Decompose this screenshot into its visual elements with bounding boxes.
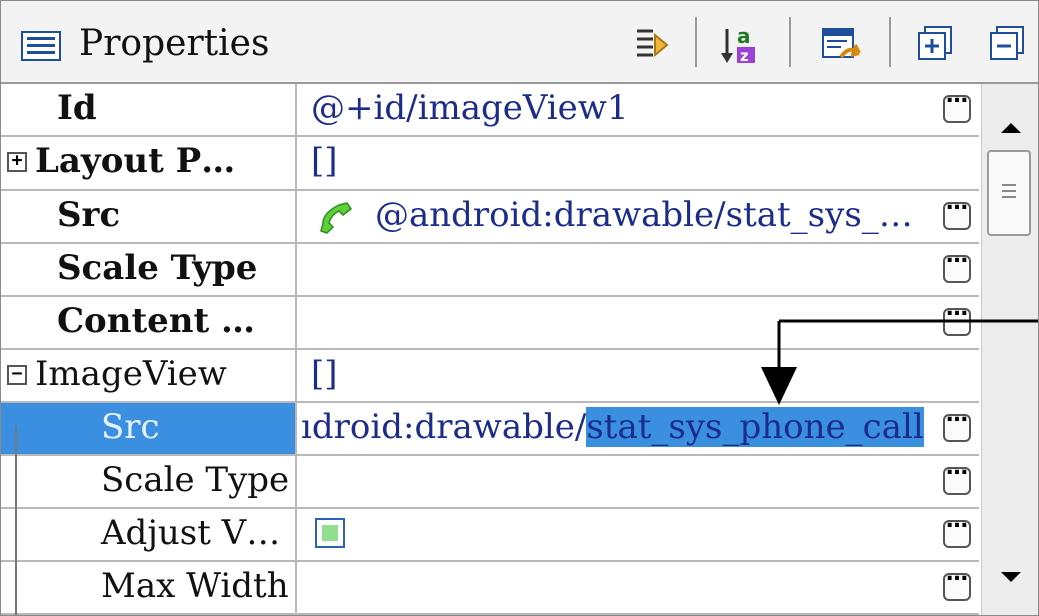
expand-icon[interactable]: + bbox=[7, 152, 27, 172]
browse-button[interactable] bbox=[943, 562, 971, 601]
property-name: Scale Type bbox=[101, 460, 290, 500]
browse-button[interactable] bbox=[943, 84, 971, 123]
property-name: Adjust V… bbox=[101, 513, 281, 553]
browse-button[interactable] bbox=[943, 456, 971, 495]
tree-connector-line bbox=[15, 426, 17, 615]
filter-icon[interactable] bbox=[631, 23, 677, 67]
phone-call-icon bbox=[320, 202, 353, 234]
property-value: @+id/imageView1 bbox=[311, 88, 629, 128]
properties-view-icon bbox=[21, 31, 61, 61]
selected-value-text: stat_sys_phone_call bbox=[586, 407, 924, 447]
sort-a-letter: a bbox=[737, 24, 751, 48]
annotation-arrow bbox=[761, 319, 1038, 405]
sort-az-icon[interactable]: a z bbox=[717, 23, 763, 67]
property-name: Src bbox=[101, 407, 160, 447]
property-row-max-width[interactable]: Max Width bbox=[1, 562, 979, 615]
toolbar-separator bbox=[789, 17, 791, 67]
properties-header: Properties a z bbox=[1, 1, 1038, 84]
restore-default-icon[interactable] bbox=[819, 23, 865, 67]
collapse-all-icon[interactable] bbox=[985, 23, 1035, 67]
property-name: Max Width bbox=[101, 566, 289, 606]
property-row-id[interactable]: Id @+id/imageView1 bbox=[1, 84, 979, 137]
property-name: Id bbox=[57, 88, 97, 128]
property-name: Src bbox=[57, 195, 121, 235]
property-value: [] bbox=[311, 354, 338, 394]
properties-panel: Properties a z Id @+id/imageView1 … + La… bbox=[0, 0, 1039, 616]
adjust-view-bounds-checkbox[interactable] bbox=[315, 518, 345, 548]
collapse-icon[interactable]: − bbox=[7, 365, 27, 385]
scroll-thumb[interactable] bbox=[987, 150, 1031, 236]
scroll-down-arrow-icon[interactable] bbox=[1001, 572, 1021, 582]
browse-button[interactable] bbox=[943, 244, 971, 283]
property-name: Scale Type bbox=[57, 248, 258, 288]
property-name: Layout P… bbox=[35, 141, 236, 181]
expand-all-icon[interactable] bbox=[913, 23, 959, 67]
property-name: ImageView bbox=[35, 354, 227, 394]
toolbar-separator bbox=[889, 17, 891, 67]
property-value-editor[interactable]: ıdroid:drawable/stat_sys_phone_call bbox=[301, 407, 924, 447]
property-row-layout-params[interactable]: + Layout P… [] bbox=[1, 137, 979, 191]
property-row-scale-type[interactable]: Scale Type bbox=[1, 244, 979, 297]
property-row-adjust-view-bounds[interactable]: Adjust V… bbox=[1, 509, 979, 562]
browse-button[interactable] bbox=[943, 403, 971, 442]
property-value: @android:drawable/stat_sys_… bbox=[375, 195, 913, 235]
sort-z-letter: z bbox=[740, 47, 749, 65]
property-value: [] bbox=[311, 141, 338, 181]
value-text: ıdroid:drawable/ bbox=[301, 407, 587, 447]
toolbar-separator bbox=[695, 17, 697, 67]
scroll-up-arrow-icon[interactable] bbox=[1001, 123, 1021, 133]
panel-title: Properties bbox=[79, 23, 270, 64]
property-row-src[interactable]: Src @android:drawable/stat_sys_… bbox=[1, 191, 979, 244]
browse-button[interactable] bbox=[943, 191, 971, 230]
property-row-imageview-scale-type[interactable]: Scale Type bbox=[1, 456, 979, 509]
property-name: Content … bbox=[57, 301, 256, 341]
browse-button[interactable] bbox=[943, 509, 971, 548]
